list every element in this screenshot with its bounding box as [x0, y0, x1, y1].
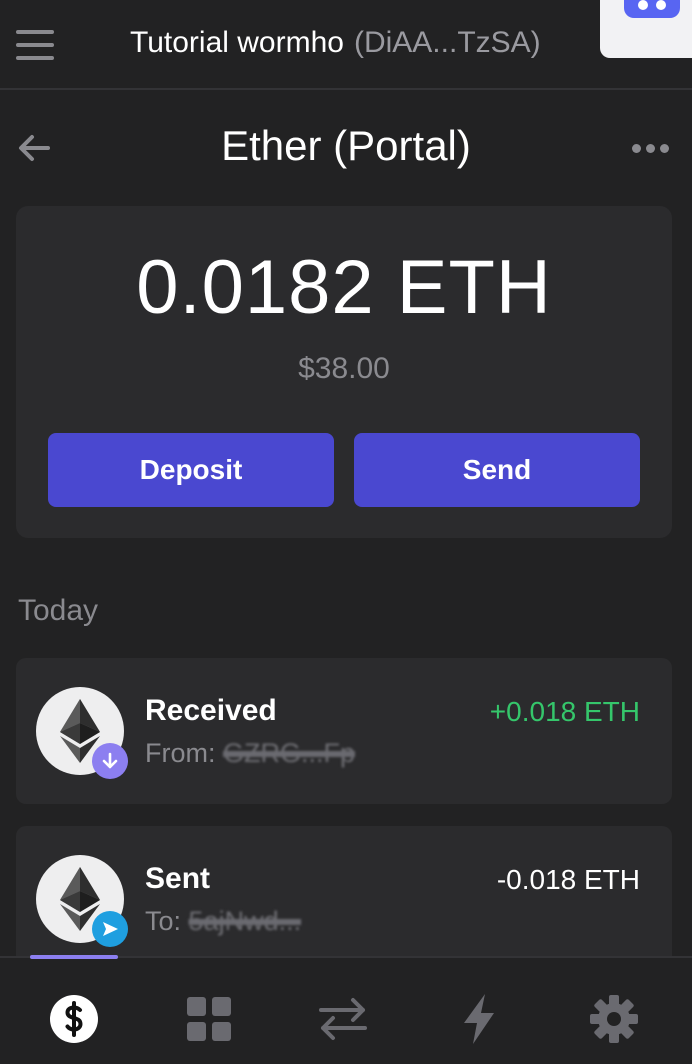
transaction-party: To: 5ajNwd...	[145, 906, 301, 937]
transaction-type: Sent	[145, 862, 211, 895]
grid-icon	[187, 997, 231, 1041]
wallet-name: Tutorial wormho	[130, 26, 344, 59]
dollar-icon	[50, 995, 98, 1043]
activity-date-label: Today	[18, 594, 99, 627]
wallet-address: (DiAA...TzSA)	[353, 26, 541, 59]
wallet-selector[interactable]: Tutorial wormho (DiAA...TzSA)	[130, 26, 541, 60]
send-icon	[92, 911, 128, 947]
extension-popup-corner[interactable]	[600, 0, 692, 58]
transaction-party-prefix: From:	[145, 738, 216, 768]
app-root: Tutorial wormho (DiAA...TzSA) Ether (Port…	[0, 0, 692, 1064]
nav-activity[interactable]	[449, 992, 509, 1046]
transaction-party-prefix: To:	[145, 906, 182, 936]
nav-swap[interactable]	[313, 992, 373, 1046]
nav-settings[interactable]	[584, 992, 644, 1046]
transaction-amount: +0.018 ETH	[489, 696, 640, 727]
swap-icon	[319, 998, 367, 1040]
gear-icon	[590, 995, 638, 1043]
top-bar: Tutorial wormho (DiAA...TzSA)	[0, 0, 692, 90]
deposit-button[interactable]: Deposit	[48, 433, 334, 507]
discord-icon	[624, 0, 680, 18]
transaction-type: Received	[145, 694, 277, 727]
transaction-party: From: GZRG...Fp	[145, 738, 355, 769]
redacted-address: 5ajNwd...	[188, 906, 302, 936]
transaction-item[interactable]: Received From: GZRG...Fp +0.018 ETH	[16, 658, 672, 804]
send-button[interactable]: Send	[354, 433, 640, 507]
transaction-item[interactable]: Sent To: 5ajNwd... -0.018 ETH	[16, 826, 672, 972]
nav-balances[interactable]	[44, 992, 104, 1046]
transaction-amount: -0.018 ETH	[496, 864, 640, 895]
token-balance-usd: $38.00	[298, 352, 390, 385]
page-title: Ether (Portal)	[221, 122, 471, 169]
token-balance: 0.0182 ETH	[136, 245, 552, 330]
menu-icon[interactable]	[16, 28, 54, 62]
nav-active-indicator	[30, 955, 118, 959]
nav-apps[interactable]	[179, 992, 239, 1046]
bottom-nav	[0, 955, 692, 1064]
redacted-address: GZRG...Fp	[223, 738, 356, 768]
more-options-icon[interactable]	[632, 141, 672, 155]
lightning-icon	[464, 994, 494, 1044]
arrow-down-icon	[92, 743, 128, 779]
back-arrow-icon[interactable]	[14, 128, 54, 168]
balance-card: 0.0182 ETH $38.00 Deposit Send	[16, 206, 672, 538]
